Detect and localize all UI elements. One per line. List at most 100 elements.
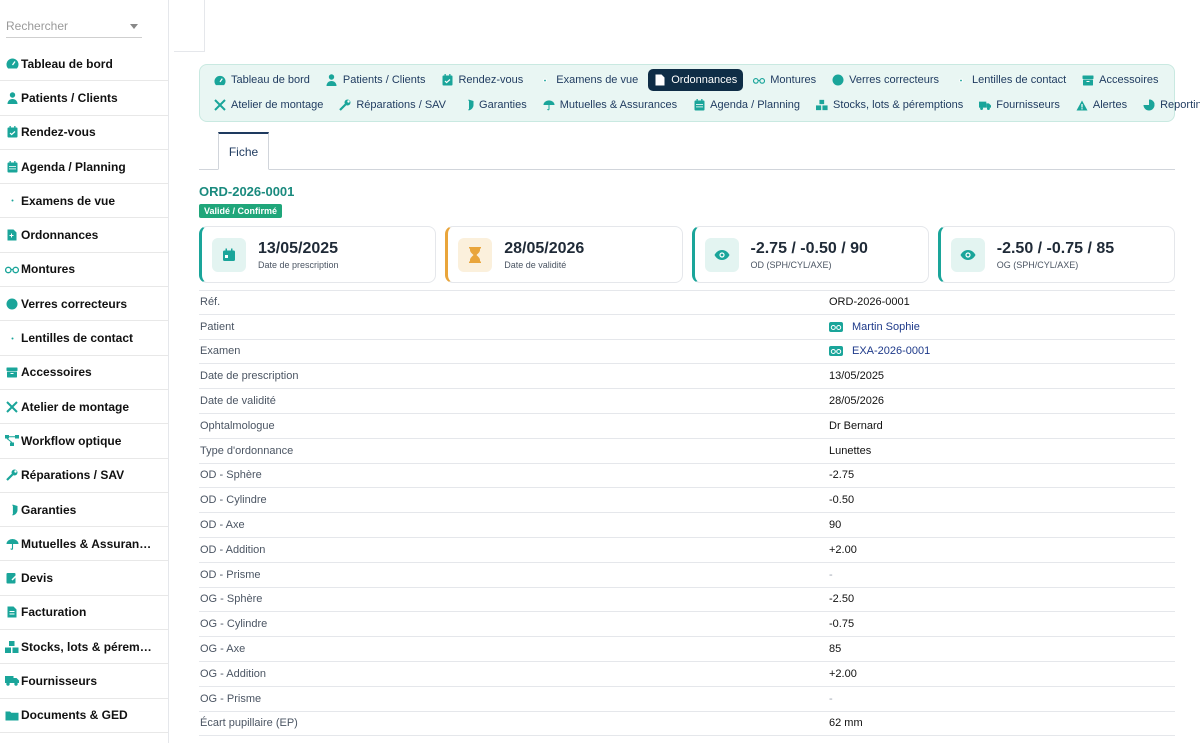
search-select[interactable]: Rechercher <box>6 15 142 38</box>
gauge-icon <box>5 57 19 71</box>
sidebar-item[interactable]: Mutuelles & Assuran… <box>0 527 168 562</box>
sidebar-item-label: Examens de vue <box>21 193 116 208</box>
detail-value: +2.00 <box>829 668 857 680</box>
nav-item[interactable]: Examens de vue <box>533 69 644 91</box>
nav-item[interactable]: Tableau de bord <box>208 69 316 91</box>
pie-icon <box>1143 99 1155 111</box>
record-title: ORD-2026-0001 <box>199 184 295 199</box>
nav-item[interactable]: Mutuelles & Assurances <box>537 94 683 116</box>
glasses-icon <box>829 321 843 332</box>
detail-key: Réf. <box>200 296 221 309</box>
detail-key: OD - Addition <box>200 543 266 556</box>
sidebar-item[interactable]: Montures <box>0 253 168 288</box>
detail-link[interactable]: EXA-2026-0001 <box>829 345 930 357</box>
sidebar-item[interactable]: Fournisseurs <box>0 664 168 699</box>
detail-key: Examen <box>200 345 241 358</box>
tools-icon <box>5 400 19 414</box>
truck-icon <box>979 99 992 111</box>
detail-value-text: Lunettes <box>829 444 872 457</box>
sidebar-item[interactable]: Accessoires <box>0 356 168 390</box>
nav-item[interactable]: Agenda / Planning <box>687 94 806 116</box>
detail-key: Ophtalmologue <box>200 419 275 432</box>
tab-fiche[interactable]: Fiche <box>218 132 269 170</box>
sidebar-item[interactable]: Facturation <box>0 596 168 631</box>
sidebar-item[interactable]: Devis <box>0 561 168 596</box>
nav-item[interactable]: Verres correcteurs <box>826 69 945 91</box>
nav-item[interactable]: Lentilles de contact <box>949 69 1072 91</box>
nav-item[interactable]: Fournisseurs <box>973 94 1066 116</box>
nav-item-label: Lentilles de contact <box>972 74 1067 86</box>
sidebar-item-label: Rendez-vous <box>21 125 96 140</box>
sidebar-item[interactable]: Rendez-vous <box>0 116 168 150</box>
glasses-icon <box>753 74 766 86</box>
sidebar-item[interactable]: Tableau de bord <box>0 47 168 82</box>
sidebar-item[interactable]: Documents & GED <box>0 699 168 733</box>
detail-value: 28/05/2026 <box>829 395 884 407</box>
nav-item[interactable]: Stocks, lots & péremptions <box>810 94 969 116</box>
umbrella-icon <box>5 537 19 551</box>
wrench-icon <box>339 99 351 111</box>
eye-icon <box>950 237 985 272</box>
sidebar-item[interactable]: Lentilles de contact <box>0 321 168 356</box>
sidebar-item-label: Tableau de bord <box>21 56 113 71</box>
detail-value-text[interactable]: Martin Sophie <box>852 321 920 333</box>
glasses-icon <box>5 262 19 276</box>
detail-value: -0.50 <box>829 494 854 506</box>
detail-row: Patient Martin Sophie <box>199 315 1175 340</box>
sidebar-item[interactable]: Agenda / Planning <box>0 150 168 185</box>
card-og: -2.50 / -0.75 / 85 OG (SPH/CYL/AXE) <box>937 226 1175 283</box>
nav-item[interactable]: Rendez-vous <box>435 69 529 91</box>
detail-link[interactable]: Martin Sophie <box>829 321 920 333</box>
sidebar-item[interactable]: Workflow optique <box>0 424 168 459</box>
detail-value: ORD-2026-0001 <box>829 296 910 308</box>
nav-item[interactable]: Alertes <box>1070 94 1133 116</box>
nav-item[interactable]: Reporting <box>1137 94 1200 116</box>
detail-row: Date de prescription 13/05/2025 <box>199 364 1175 390</box>
nav-item-label: Mutuelles & Assurances <box>559 99 678 111</box>
boxes-icon <box>816 99 828 111</box>
nav-row-2: Atelier de montage Réparations / SAV Garan… <box>208 94 1200 116</box>
chevron-down-icon[interactable] <box>130 23 138 29</box>
nav-item[interactable]: Ordonnances <box>648 69 744 91</box>
eye-icon <box>704 237 739 272</box>
nav-item[interactable]: Garanties <box>456 94 533 116</box>
sidebar-item[interactable]: Garanties <box>0 493 168 528</box>
detail-row: OD - Axe 90 <box>199 513 1175 538</box>
nav-item-label: Accessoires <box>1099 74 1159 86</box>
sidebar-item-label: Agenda / Planning <box>21 159 126 174</box>
nav-item[interactable]: Patients / Clients <box>320 69 432 91</box>
detail-value-text: -2.75 <box>829 469 855 482</box>
glasses-icon <box>829 346 843 357</box>
sidebar-item[interactable]: Atelier de montage <box>0 390 168 425</box>
details-table: Réf. ORD-2026-0001 Patient Martin Sophie Exa… <box>199 290 1175 737</box>
card-value: -2.75 / -0.50 / 90 <box>750 239 868 257</box>
sidebar-item[interactable]: Patients / Clients <box>0 81 168 116</box>
shield-icon <box>5 503 19 517</box>
box-icon <box>1082 74 1094 86</box>
detail-value-text[interactable]: EXA-2026-0001 <box>852 345 930 357</box>
sidebar-item[interactable]: Réparations / SAV <box>0 459 168 493</box>
calendar-icon <box>212 237 246 272</box>
detail-key: OD - Sphère <box>200 469 262 482</box>
sidebar-item[interactable]: Ordonnances <box>0 218 168 253</box>
sidebar-item[interactable]: Verres correcteurs <box>0 287 168 322</box>
nav-item-label: Montures <box>770 74 817 86</box>
nav-item-label: Stocks, lots & péremptions <box>833 99 964 111</box>
detail-value-text: Dr Bernard <box>829 419 883 432</box>
nav-item-label: Agenda / Planning <box>710 99 801 111</box>
gauge-icon <box>214 74 226 86</box>
nav-item[interactable]: Accessoires <box>1076 69 1164 91</box>
sidebar-item[interactable]: Stocks, lots & pérem… <box>0 630 168 665</box>
detail-value-text: +2.00 <box>829 667 857 680</box>
nav-item-label: Rendez-vous <box>458 74 524 86</box>
sidebar-item[interactable]: Examens de vue <box>0 184 168 219</box>
detail-value: - <box>829 693 833 705</box>
detail-value: Dr Bernard <box>829 420 883 432</box>
nav-item[interactable]: Montures <box>747 69 822 91</box>
box-icon <box>5 365 19 379</box>
detail-row: OG - Cylindre -0.75 <box>199 612 1175 638</box>
nav-item[interactable]: Réparations / SAV <box>333 94 452 116</box>
detail-value: - <box>829 569 833 581</box>
nav-item[interactable]: Atelier de montage <box>208 94 329 116</box>
eye-icon <box>5 331 19 345</box>
